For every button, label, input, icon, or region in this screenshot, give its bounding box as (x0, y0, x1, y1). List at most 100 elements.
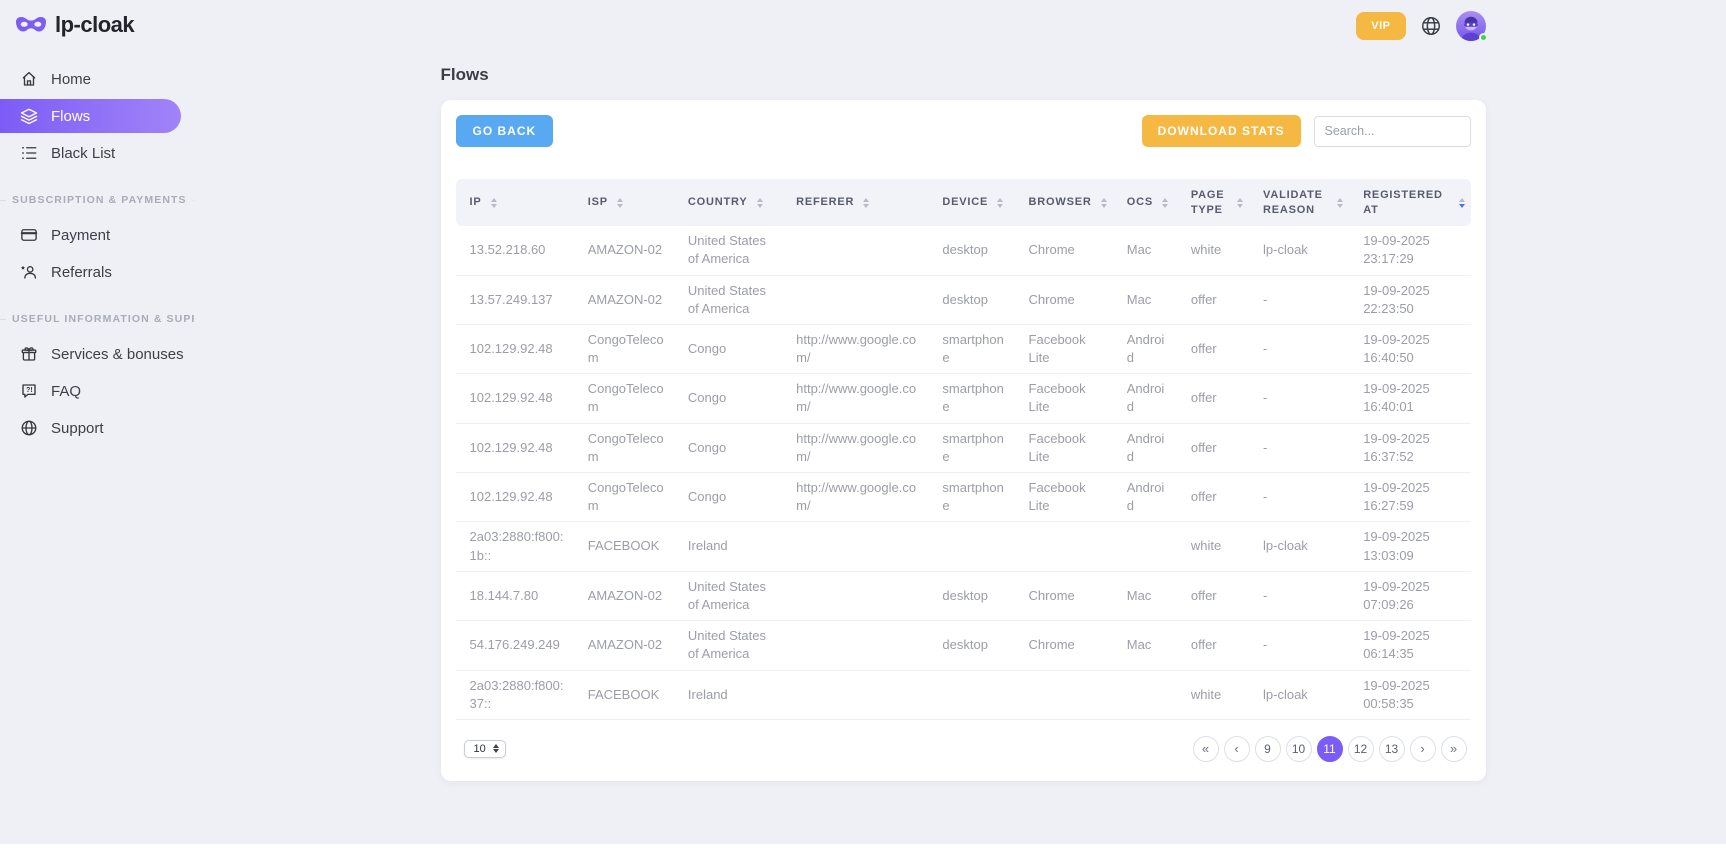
sidebar-item-label: Support (51, 420, 104, 437)
download-stats-button[interactable]: DOWNLOAD STATS (1142, 115, 1301, 147)
sidebar-item-services-bonuses[interactable]: Services & bonuses (0, 337, 200, 371)
sidebar-item-referrals[interactable]: Referrals (0, 255, 200, 289)
cell-isp: FACEBOOK (574, 522, 674, 571)
page-size-value: 10 (474, 743, 486, 755)
column-header-referer[interactable]: REFERER (782, 179, 928, 226)
page-size-select[interactable]: 10 (464, 740, 506, 758)
cell-referer (782, 621, 928, 670)
vip-button[interactable]: VIP (1356, 12, 1405, 40)
brand-name: lp-cloak (55, 12, 134, 38)
payment-icon (20, 226, 38, 244)
sidebar-item-payment[interactable]: Payment (0, 218, 200, 252)
sidebar-item-faq[interactable]: ?!FAQ (0, 374, 200, 408)
column-header-browser[interactable]: BROWSER (1015, 179, 1113, 226)
cell-isp: AMAZON-02 (574, 571, 674, 620)
sidebar-item-label: Payment (51, 227, 110, 244)
pagination-page-12[interactable]: 12 (1348, 736, 1374, 762)
sidebar-section-header: Useful information & support (0, 313, 194, 325)
pagination-first-button[interactable]: « (1193, 736, 1219, 762)
cell-page-type: white (1177, 522, 1249, 571)
services-icon (20, 345, 38, 363)
cell-browser (1015, 670, 1113, 719)
column-header-isp[interactable]: ISP (574, 179, 674, 226)
column-header-ip[interactable]: IP (456, 179, 574, 226)
cell-device (928, 670, 1014, 719)
sidebar-item-support[interactable]: Support (0, 411, 200, 445)
cell-browser: Chrome (1015, 226, 1113, 275)
cell-device: desktop (928, 275, 1014, 324)
cell-country: United States of America (674, 275, 782, 324)
pagination-page-9[interactable]: 9 (1255, 736, 1281, 762)
pagination-page-10[interactable]: 10 (1286, 736, 1312, 762)
brand-logo[interactable]: lp-cloak (0, 8, 200, 38)
pagination-page-13[interactable]: 13 (1379, 736, 1405, 762)
cell-ocs: Android (1113, 324, 1177, 373)
pagination-prev-button[interactable]: ‹ (1224, 736, 1250, 762)
go-back-button[interactable]: GO BACK (456, 115, 554, 147)
cell-validate-reason: - (1249, 374, 1349, 423)
cell-country: Ireland (674, 670, 782, 719)
column-header-page-type[interactable]: PAGE TYPE (1177, 179, 1249, 226)
support-icon (20, 419, 38, 437)
user-avatar[interactable] (1456, 11, 1486, 41)
sidebar-item-label: Flows (51, 108, 90, 125)
cell-ocs (1113, 522, 1177, 571)
cell-page-type: offer (1177, 473, 1249, 522)
cell-validate-reason: - (1249, 473, 1349, 522)
sort-icon (1101, 198, 1107, 208)
sidebar-item-label: Black List (51, 145, 115, 162)
cell-ip: 2a03:2880:f800:37:: (456, 670, 574, 719)
sidebar-item-flows[interactable]: Flows (0, 99, 181, 133)
cell-country: Congo (674, 374, 782, 423)
cell-isp: AMAZON-02 (574, 275, 674, 324)
cell-registered-at: 19-09-2025 16:40:50 (1349, 324, 1470, 373)
column-header-validate-reason[interactable]: VALIDATE REASON (1249, 179, 1349, 226)
sidebar-item-label: Services & bonuses (51, 346, 184, 363)
cell-referer (782, 571, 928, 620)
cell-isp: FACEBOOK (574, 670, 674, 719)
cell-device: desktop (928, 571, 1014, 620)
cell-browser: Chrome (1015, 621, 1113, 670)
cell-isp: CongoTelecom (574, 324, 674, 373)
cell-isp: AMAZON-02 (574, 621, 674, 670)
cell-country: Congo (674, 423, 782, 472)
mask-icon (15, 15, 47, 36)
card-toolbar: GO BACK DOWNLOAD STATS (456, 115, 1471, 147)
cell-registered-at: 19-09-2025 16:40:01 (1349, 374, 1470, 423)
table-row: 13.52.218.60AMAZON-02United States of Am… (456, 226, 1471, 275)
sidebar-item-home[interactable]: Home (0, 62, 200, 96)
column-header-registered-at[interactable]: REGISTERED AT (1349, 179, 1470, 226)
cell-validate-reason: lp-cloak (1249, 670, 1349, 719)
column-header-country[interactable]: COUNTRY (674, 179, 782, 226)
globe-icon[interactable] (1420, 15, 1442, 37)
cell-device: smartphone (928, 374, 1014, 423)
cell-browser: Chrome (1015, 571, 1113, 620)
cell-page-type: offer (1177, 275, 1249, 324)
stepper-icon (493, 744, 499, 753)
cell-validate-reason: lp-cloak (1249, 226, 1349, 275)
sidebar-item-label: FAQ (51, 383, 81, 400)
pagination-next-button[interactable]: › (1410, 736, 1436, 762)
cell-referer: http://www.google.com/ (782, 423, 928, 472)
cell-device (928, 522, 1014, 571)
cell-referer: http://www.google.com/ (782, 324, 928, 373)
sidebar-item-black-list[interactable]: Black List (0, 136, 200, 170)
cell-referer (782, 226, 928, 275)
table-row: 102.129.92.48CongoTelecomCongohttp://www… (456, 324, 1471, 373)
home-icon (20, 70, 38, 88)
cell-registered-at: 19-09-2025 16:37:52 (1349, 423, 1470, 472)
column-header-ocs[interactable]: OCS (1113, 179, 1177, 226)
table-row: 2a03:2880:f800:37::FACEBOOKIrelandwhitel… (456, 670, 1471, 719)
pagination: «‹910111213›» (1193, 736, 1467, 762)
cell-validate-reason: lp-cloak (1249, 522, 1349, 571)
pagination-page-11[interactable]: 11 (1317, 736, 1343, 762)
table-row: 102.129.92.48CongoTelecomCongohttp://www… (456, 423, 1471, 472)
cell-device: smartphone (928, 473, 1014, 522)
column-header-device[interactable]: DEVICE (928, 179, 1014, 226)
cell-ocs: Android (1113, 423, 1177, 472)
pagination-last-button[interactable]: » (1441, 736, 1467, 762)
cell-page-type: offer (1177, 571, 1249, 620)
sort-icon (1237, 198, 1243, 208)
search-input[interactable] (1314, 116, 1471, 147)
cell-registered-at: 19-09-2025 06:14:35 (1349, 621, 1470, 670)
